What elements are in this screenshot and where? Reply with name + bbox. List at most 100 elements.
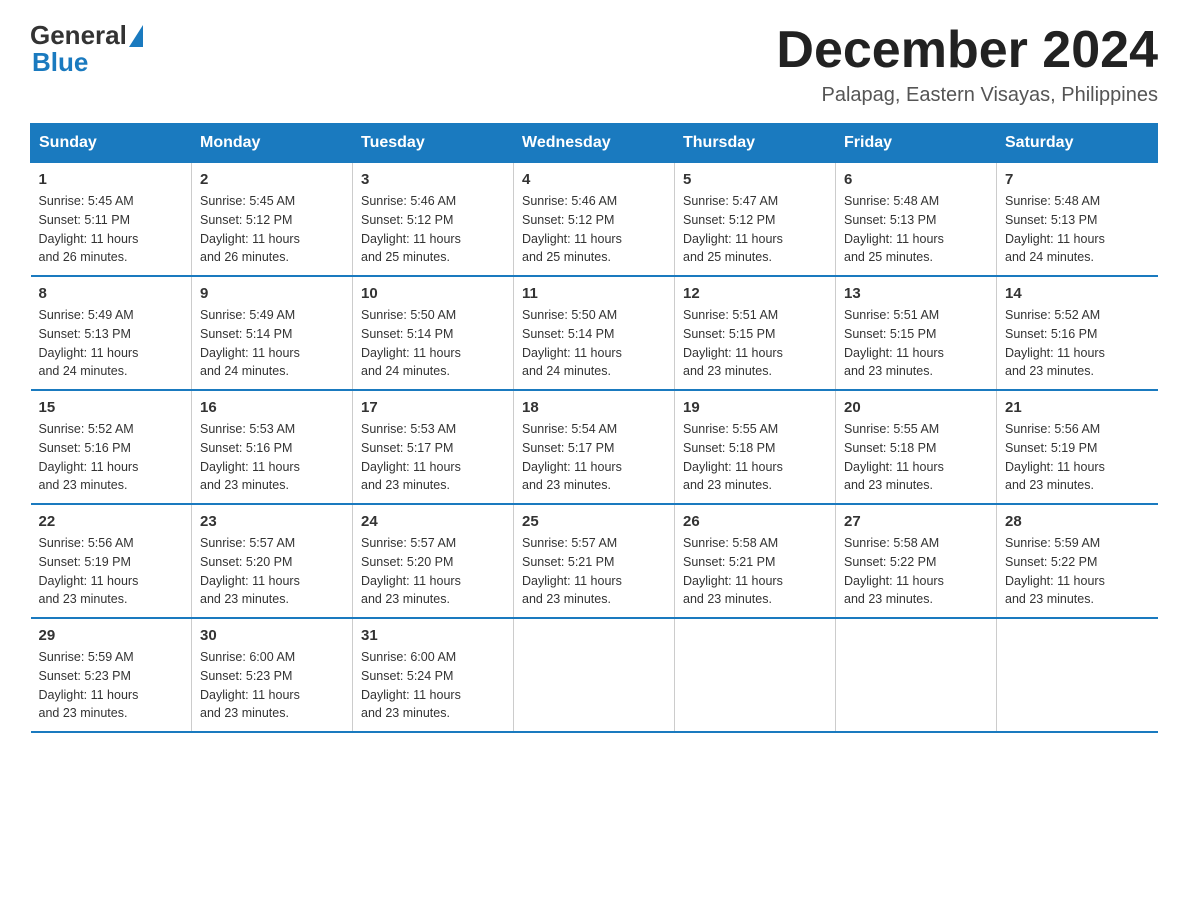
day-info: Sunrise: 5:50 AMSunset: 5:14 PMDaylight:… bbox=[361, 306, 505, 381]
calendar-cell: 5Sunrise: 5:47 AMSunset: 5:12 PMDaylight… bbox=[675, 163, 836, 277]
day-number: 22 bbox=[39, 513, 184, 530]
day-number: 11 bbox=[522, 285, 666, 302]
calendar-cell: 17Sunrise: 5:53 AMSunset: 5:17 PMDayligh… bbox=[353, 390, 514, 504]
calendar-cell: 15Sunrise: 5:52 AMSunset: 5:16 PMDayligh… bbox=[31, 390, 192, 504]
day-number: 9 bbox=[200, 285, 344, 302]
calendar-cell bbox=[836, 618, 997, 732]
day-info: Sunrise: 5:49 AMSunset: 5:13 PMDaylight:… bbox=[39, 306, 184, 381]
calendar-cell: 9 Sunrise: 5:49 AMSunset: 5:14 PMDaylight… bbox=[192, 276, 353, 390]
day-info: Sunrise: 5:54 AMSunset: 5:17 PMDaylight:… bbox=[522, 420, 666, 495]
header-monday: Monday bbox=[192, 124, 353, 163]
day-info: Sunrise: 5:56 AMSunset: 5:19 PMDaylight:… bbox=[39, 534, 184, 609]
header-thursday: Thursday bbox=[675, 124, 836, 163]
day-info: Sunrise: 5:57 AMSunset: 5:21 PMDaylight:… bbox=[522, 534, 666, 609]
day-number: 5 bbox=[683, 171, 827, 188]
day-info: Sunrise: 5:53 AMSunset: 5:17 PMDaylight:… bbox=[361, 420, 505, 495]
calendar-cell: 26 Sunrise: 5:58 AMSunset: 5:21 PMDayligh… bbox=[675, 504, 836, 618]
calendar-cell: 10 Sunrise: 5:50 AMSunset: 5:14 PMDayligh… bbox=[353, 276, 514, 390]
day-info: Sunrise: 6:00 AMSunset: 5:24 PMDaylight:… bbox=[361, 648, 505, 723]
calendar-cell: 13 Sunrise: 5:51 AMSunset: 5:15 PMDayligh… bbox=[836, 276, 997, 390]
calendar-cell: 16Sunrise: 5:53 AMSunset: 5:16 PMDayligh… bbox=[192, 390, 353, 504]
calendar-cell: 30Sunrise: 6:00 AMSunset: 5:23 PMDayligh… bbox=[192, 618, 353, 732]
day-number: 18 bbox=[522, 399, 666, 416]
calendar-title: December 2024 bbox=[776, 20, 1158, 80]
calendar-cell: 6 Sunrise: 5:48 AMSunset: 5:13 PMDaylight… bbox=[836, 163, 997, 277]
title-area: December 2024 Palapag, Eastern Visayas, … bbox=[776, 20, 1158, 107]
day-number: 13 bbox=[844, 285, 988, 302]
calendar-cell: 1 Sunrise: 5:45 AMSunset: 5:11 PMDaylight… bbox=[31, 163, 192, 277]
day-number: 21 bbox=[1005, 399, 1150, 416]
logo-triangle-icon bbox=[129, 25, 143, 47]
calendar-cell: 24 Sunrise: 5:57 AMSunset: 5:20 PMDayligh… bbox=[353, 504, 514, 618]
week-row-4: 22 Sunrise: 5:56 AMSunset: 5:19 PMDayligh… bbox=[31, 504, 1158, 618]
day-info: Sunrise: 5:57 AMSunset: 5:20 PMDaylight:… bbox=[200, 534, 344, 609]
day-number: 3 bbox=[361, 171, 505, 188]
calendar-cell: 4 Sunrise: 5:46 AMSunset: 5:12 PMDaylight… bbox=[514, 163, 675, 277]
header-friday: Friday bbox=[836, 124, 997, 163]
day-info: Sunrise: 5:45 AMSunset: 5:12 PMDaylight:… bbox=[200, 192, 344, 267]
day-info: Sunrise: 5:49 AMSunset: 5:14 PMDaylight:… bbox=[200, 306, 344, 381]
day-info: Sunrise: 5:48 AMSunset: 5:13 PMDaylight:… bbox=[844, 192, 988, 267]
calendar-cell: 28 Sunrise: 5:59 AMSunset: 5:22 PMDayligh… bbox=[997, 504, 1158, 618]
day-number: 30 bbox=[200, 627, 344, 644]
day-number: 15 bbox=[39, 399, 184, 416]
logo-blue-text: Blue bbox=[32, 47, 88, 78]
day-number: 31 bbox=[361, 627, 505, 644]
calendar-cell: 25Sunrise: 5:57 AMSunset: 5:21 PMDayligh… bbox=[514, 504, 675, 618]
day-info: Sunrise: 5:57 AMSunset: 5:20 PMDaylight:… bbox=[361, 534, 505, 609]
calendar-cell: 11 Sunrise: 5:50 AMSunset: 5:14 PMDayligh… bbox=[514, 276, 675, 390]
day-info: Sunrise: 5:56 AMSunset: 5:19 PMDaylight:… bbox=[1005, 420, 1150, 495]
day-info: Sunrise: 5:45 AMSunset: 5:11 PMDaylight:… bbox=[39, 192, 184, 267]
day-info: Sunrise: 5:46 AMSunset: 5:12 PMDaylight:… bbox=[522, 192, 666, 267]
day-number: 12 bbox=[683, 285, 827, 302]
calendar-cell bbox=[997, 618, 1158, 732]
day-info: Sunrise: 5:48 AMSunset: 5:13 PMDaylight:… bbox=[1005, 192, 1150, 267]
day-info: Sunrise: 5:55 AMSunset: 5:18 PMDaylight:… bbox=[683, 420, 827, 495]
day-number: 1 bbox=[39, 171, 184, 188]
day-number: 26 bbox=[683, 513, 827, 530]
calendar-cell: 3Sunrise: 5:46 AMSunset: 5:12 PMDaylight… bbox=[353, 163, 514, 277]
day-number: 2 bbox=[200, 171, 344, 188]
day-number: 27 bbox=[844, 513, 988, 530]
calendar-cell: 18 Sunrise: 5:54 AMSunset: 5:17 PMDayligh… bbox=[514, 390, 675, 504]
calendar-cell: 23 Sunrise: 5:57 AMSunset: 5:20 PMDayligh… bbox=[192, 504, 353, 618]
day-info: Sunrise: 5:55 AMSunset: 5:18 PMDaylight:… bbox=[844, 420, 988, 495]
calendar-cell bbox=[514, 618, 675, 732]
day-number: 19 bbox=[683, 399, 827, 416]
header-tuesday: Tuesday bbox=[353, 124, 514, 163]
calendar-header-row: SundayMondayTuesdayWednesdayThursdayFrid… bbox=[31, 124, 1158, 163]
calendar-cell: 20 Sunrise: 5:55 AMSunset: 5:18 PMDayligh… bbox=[836, 390, 997, 504]
day-info: Sunrise: 5:51 AMSunset: 5:15 PMDaylight:… bbox=[844, 306, 988, 381]
calendar-table: SundayMondayTuesdayWednesdayThursdayFrid… bbox=[30, 123, 1158, 733]
day-number: 24 bbox=[361, 513, 505, 530]
day-number: 28 bbox=[1005, 513, 1150, 530]
week-row-2: 8 Sunrise: 5:49 AMSunset: 5:13 PMDaylight… bbox=[31, 276, 1158, 390]
day-info: Sunrise: 5:58 AMSunset: 5:21 PMDaylight:… bbox=[683, 534, 827, 609]
day-info: Sunrise: 5:50 AMSunset: 5:14 PMDaylight:… bbox=[522, 306, 666, 381]
day-number: 4 bbox=[522, 171, 666, 188]
header-wednesday: Wednesday bbox=[514, 124, 675, 163]
calendar-cell bbox=[675, 618, 836, 732]
header-sunday: Sunday bbox=[31, 124, 192, 163]
day-info: Sunrise: 5:59 AMSunset: 5:23 PMDaylight:… bbox=[39, 648, 184, 723]
calendar-cell: 7Sunrise: 5:48 AMSunset: 5:13 PMDaylight… bbox=[997, 163, 1158, 277]
calendar-cell: 31 Sunrise: 6:00 AMSunset: 5:24 PMDayligh… bbox=[353, 618, 514, 732]
week-row-3: 15Sunrise: 5:52 AMSunset: 5:16 PMDayligh… bbox=[31, 390, 1158, 504]
calendar-cell: 12 Sunrise: 5:51 AMSunset: 5:15 PMDayligh… bbox=[675, 276, 836, 390]
day-info: Sunrise: 5:59 AMSunset: 5:22 PMDaylight:… bbox=[1005, 534, 1150, 609]
calendar-cell: 21 Sunrise: 5:56 AMSunset: 5:19 PMDayligh… bbox=[997, 390, 1158, 504]
calendar-cell: 8 Sunrise: 5:49 AMSunset: 5:13 PMDaylight… bbox=[31, 276, 192, 390]
header-saturday: Saturday bbox=[997, 124, 1158, 163]
day-info: Sunrise: 5:58 AMSunset: 5:22 PMDaylight:… bbox=[844, 534, 988, 609]
calendar-cell: 2 Sunrise: 5:45 AMSunset: 5:12 PMDaylight… bbox=[192, 163, 353, 277]
day-number: 23 bbox=[200, 513, 344, 530]
day-number: 20 bbox=[844, 399, 988, 416]
week-row-1: 1 Sunrise: 5:45 AMSunset: 5:11 PMDaylight… bbox=[31, 163, 1158, 277]
day-number: 6 bbox=[844, 171, 988, 188]
day-number: 10 bbox=[361, 285, 505, 302]
calendar-cell: 27 Sunrise: 5:58 AMSunset: 5:22 PMDayligh… bbox=[836, 504, 997, 618]
day-info: Sunrise: 5:51 AMSunset: 5:15 PMDaylight:… bbox=[683, 306, 827, 381]
calendar-cell: 29Sunrise: 5:59 AMSunset: 5:23 PMDayligh… bbox=[31, 618, 192, 732]
day-number: 8 bbox=[39, 285, 184, 302]
day-number: 16 bbox=[200, 399, 344, 416]
